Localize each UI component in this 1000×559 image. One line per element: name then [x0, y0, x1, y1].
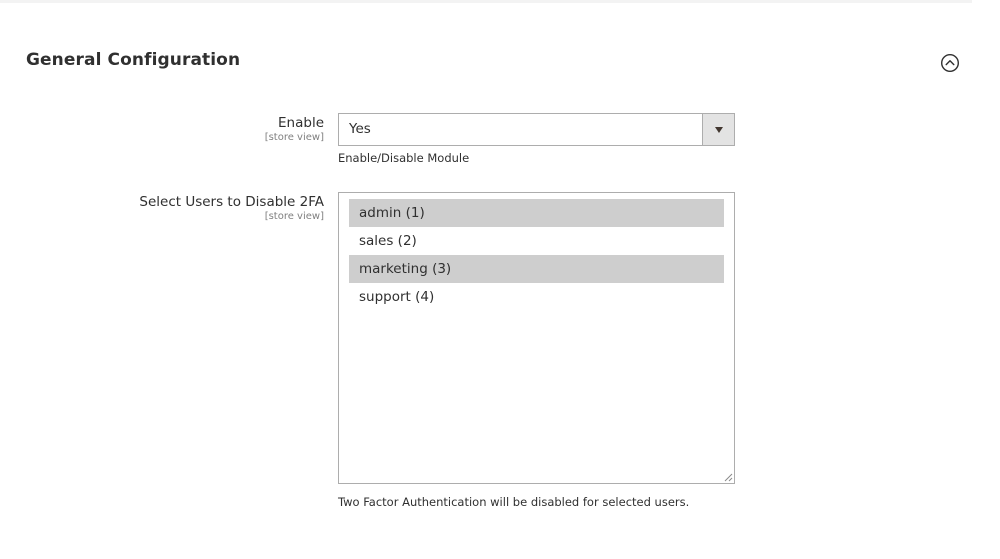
config-page: General Configuration Enable [store view…: [0, 0, 1000, 559]
chevron-up-circle-icon: [940, 53, 960, 73]
users-label: Select Users to Disable 2FA [store view]: [139, 194, 324, 223]
user-option-support[interactable]: support (4): [349, 283, 724, 311]
enable-note: Enable/Disable Module: [338, 151, 470, 165]
top-divider: [0, 0, 972, 3]
enable-scope: [store view]: [264, 132, 324, 143]
enable-select-arrow[interactable]: [702, 114, 734, 145]
enable-select[interactable]: Yes: [338, 113, 735, 146]
user-option-admin[interactable]: admin (1): [349, 199, 724, 227]
users-note: Two Factor Authentication will be disabl…: [338, 495, 690, 509]
user-option-marketing[interactable]: marketing (3): [349, 255, 724, 283]
enable-label-text: Enable: [278, 115, 324, 131]
users-scope: [store view]: [264, 211, 324, 222]
section-title: General Configuration: [26, 50, 241, 70]
resize-grip-icon[interactable]: [723, 472, 733, 482]
users-multiselect[interactable]: admin (1) sales (2) marketing (3) suppor…: [338, 192, 735, 484]
enable-label: Enable [store view]: [265, 115, 324, 144]
users-label-text: Select Users to Disable 2FA: [139, 194, 324, 210]
caret-down-icon: [715, 127, 723, 133]
enable-select-value: Yes: [349, 121, 371, 137]
section-collapse-toggle[interactable]: [940, 53, 960, 73]
user-option-sales[interactable]: sales (2): [349, 227, 724, 255]
